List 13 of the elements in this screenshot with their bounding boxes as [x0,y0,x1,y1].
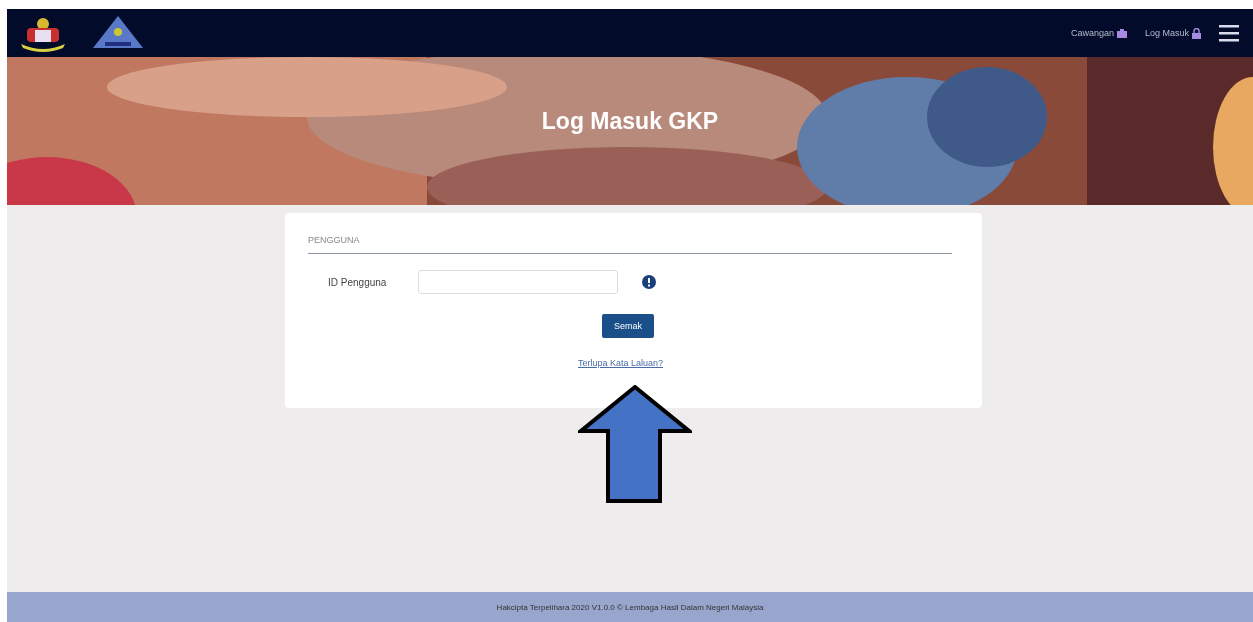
menu-icon[interactable] [1219,24,1239,42]
nav-link[interactable]: Cawangan [1070,28,1127,38]
section-title: PENGGUNA [308,235,361,245]
submit-button[interactable]: Semak [602,314,654,338]
lock-icon [1192,27,1201,39]
input-field[interactable] [418,270,618,294]
building-icon [1116,28,1127,38]
page-title: Log Masuk GKP [541,107,719,135]
nav-link[interactable]: Log Masuk [1144,27,1201,39]
forgot-link[interactable]: Terlupa Kata Laluan? [578,358,664,368]
copyright-text: Hakcipta Terpelihara 2020 V1.0.0 © Lembaga Hasil Dalam Negeri Malaysia [496,602,764,612]
field-label: ID Pengguna [328,276,388,288]
info-icon[interactable] [642,275,656,289]
